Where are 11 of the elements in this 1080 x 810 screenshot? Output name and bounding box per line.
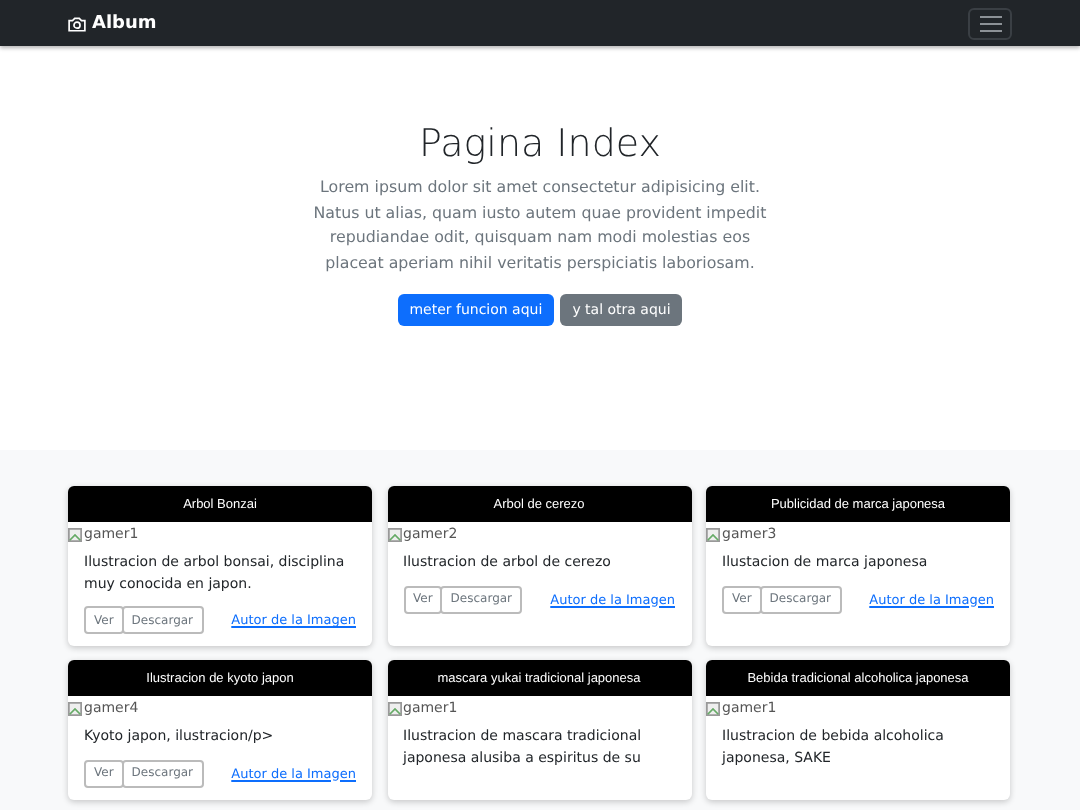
brand-name[interactable]: Album [92,13,157,33]
broken-image-icon [706,701,720,715]
camera-icon [68,15,86,31]
menu-icon [979,15,1001,31]
broken-image-icon [387,527,401,541]
page-title: Pagina Index [419,122,661,166]
broken-image-icon [706,527,720,541]
menu-button[interactable] [968,7,1012,39]
broken-image-icon [387,701,401,715]
broken-image-icon [68,701,82,715]
broken-image-icon [68,527,82,541]
